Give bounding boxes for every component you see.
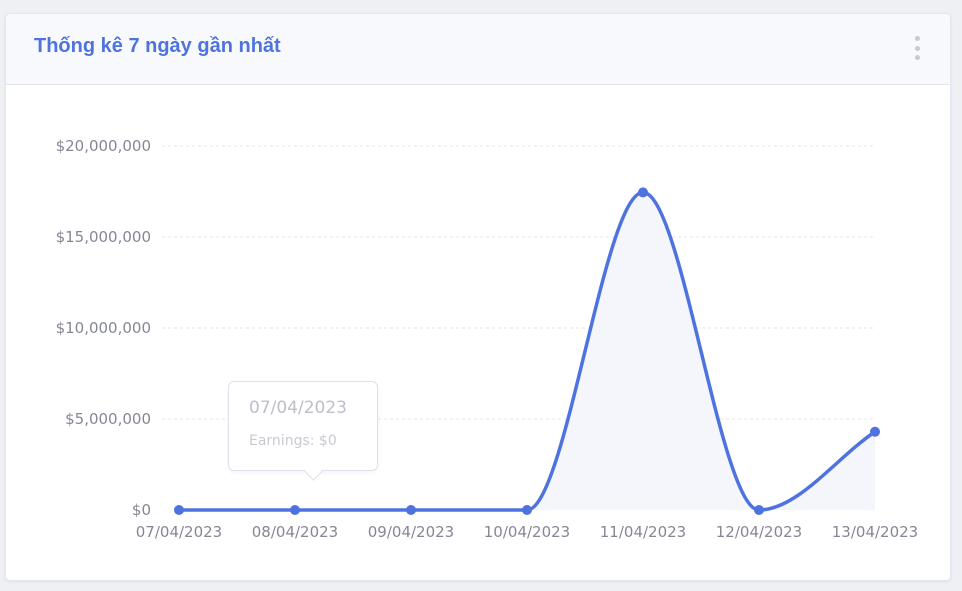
tooltip-title: 07/04/2023 <box>249 398 347 418</box>
x-tick-label: 10/04/2023 <box>484 523 570 541</box>
tooltip-body: Earnings: $0 <box>249 433 337 449</box>
x-tick-label: 12/04/2023 <box>716 523 802 541</box>
chart-tooltip: 07/04/2023 Earnings: $0 <box>228 381 378 471</box>
x-tick-label: 13/04/2023 <box>832 523 918 541</box>
x-tick-label: 07/04/2023 <box>136 523 222 541</box>
x-tick-label: 08/04/2023 <box>252 523 338 541</box>
data-point <box>406 505 416 515</box>
data-point <box>522 505 532 515</box>
data-point <box>638 187 648 198</box>
y-tick-label: $0 <box>132 501 151 519</box>
x-tick-label: 11/04/2023 <box>600 523 686 541</box>
data-point <box>174 505 184 515</box>
y-tick-label: $5,000,000 <box>65 410 151 428</box>
y-tick-label: $20,000,000 <box>56 137 151 155</box>
earnings-chart: $0 $5,000,000 $10,000,000 $15,000,000 $20,00… <box>56 137 919 541</box>
y-tick-label: $15,000,000 <box>56 228 151 246</box>
data-point <box>290 505 300 515</box>
data-point <box>870 426 880 437</box>
data-point <box>754 505 764 515</box>
x-tick-label: 09/04/2023 <box>368 523 454 541</box>
y-tick-label: $10,000,000 <box>56 319 151 337</box>
